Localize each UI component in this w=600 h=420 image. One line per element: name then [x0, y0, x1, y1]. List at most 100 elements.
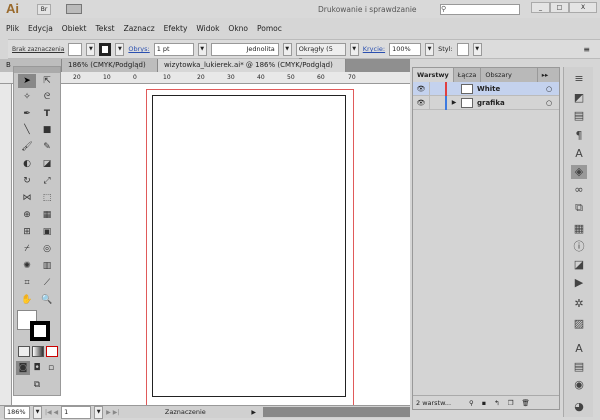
gradient-mode-icon[interactable] — [32, 346, 44, 357]
lock-toggle[interactable] — [429, 95, 445, 110]
mesh-tool-icon[interactable]: ⊞ — [18, 225, 36, 239]
attributes-icon[interactable]: ▦ — [571, 222, 587, 236]
symbol-sprayer-icon[interactable]: ✺ — [18, 259, 36, 273]
first-page-icon[interactable]: |◀ ◀ — [45, 409, 58, 416]
style-swatch[interactable] — [456, 42, 469, 56]
color-mode-icon[interactable] — [18, 346, 30, 357]
close-button[interactable]: X — [569, 2, 597, 13]
new-layer-icon[interactable]: ❐ — [508, 399, 514, 407]
delete-layer-icon[interactable]: 🗑 — [521, 399, 529, 407]
workspace-switcher[interactable]: Drukowanie i sprawdzanie — [318, 5, 417, 14]
rectangle-tool-icon[interactable]: ■ — [38, 123, 56, 137]
locate-object-icon[interactable]: ⚲ — [469, 399, 474, 407]
pen-tool-icon[interactable]: ✒ — [18, 107, 36, 121]
pathfinder-icon[interactable]: ◩ — [571, 91, 587, 105]
type-panel-icon[interactable]: A — [571, 342, 587, 356]
fill-swatch[interactable] — [68, 42, 83, 56]
layer-row-white[interactable]: 👁 White ○ — [413, 81, 559, 96]
page-dropdown[interactable]: ▼ — [94, 405, 104, 419]
target-circle-icon[interactable]: ○ — [539, 99, 559, 107]
draw-behind-icon[interactable]: ◘ — [30, 361, 44, 375]
artboard-tool-icon[interactable]: ⌗ — [18, 276, 36, 290]
status-menu-arrow-icon[interactable]: ▶ — [251, 409, 256, 416]
menu-efekty[interactable]: Efekty — [164, 24, 188, 33]
canvas[interactable] — [12, 84, 410, 408]
layers-icon[interactable]: ◈ — [571, 165, 587, 179]
tools-panel-header[interactable] — [14, 67, 60, 73]
direct-selection-tool-icon[interactable]: ⇱ — [38, 74, 56, 88]
blob-brush-icon[interactable]: ◐ — [18, 157, 36, 171]
zoom-dropdown[interactable]: ▼ — [33, 405, 42, 419]
layer-name[interactable]: grafika — [477, 99, 539, 107]
stroke-style-select[interactable]: Jednolita — [210, 42, 279, 56]
symbols-icon[interactable]: ✲ — [571, 297, 587, 311]
none-mode-icon[interactable] — [46, 346, 58, 357]
menu-tekst[interactable]: Tekst — [95, 24, 114, 33]
stroke-swatch[interactable] — [99, 42, 112, 56]
opacity-input[interactable]: 100% — [389, 42, 422, 56]
layer-name[interactable]: White — [477, 85, 539, 93]
menu-okno[interactable]: Okno — [228, 24, 248, 33]
magic-wand-icon[interactable]: ✧ — [18, 90, 36, 104]
visibility-eye-icon[interactable]: 👁 — [413, 85, 429, 93]
horizontal-scrollbar[interactable] — [262, 407, 410, 417]
align-icon[interactable]: ≡ — [571, 72, 587, 86]
stroke-weight-input[interactable]: 1 pt — [153, 42, 194, 56]
clipping-mask-icon[interactable]: ▪ — [482, 399, 486, 407]
stroke-weight-dropdown[interactable]: ▼ — [197, 42, 207, 56]
panel-menu-icon[interactable]: ▸▸ ≡ — [538, 68, 559, 93]
opacity-dropdown[interactable]: ▼ — [425, 42, 435, 56]
tab-document-1[interactable]: 186% (CMYK/Podgląd) × — [62, 59, 158, 82]
hand-tool-icon[interactable]: ✋ — [18, 293, 36, 307]
free-transform-icon[interactable]: ⬚ — [38, 191, 56, 205]
stroke-dropdown[interactable]: ▼ — [115, 42, 125, 56]
draw-normal-icon[interactable]: ◙ — [16, 361, 30, 375]
paragraph-icon[interactable]: ¶ — [571, 129, 587, 143]
panel-menu-icon[interactable]: ≡ — [583, 45, 590, 54]
appearance-icon[interactable]: ◉ — [571, 378, 587, 392]
rotate-tool-icon[interactable]: ↻ — [18, 174, 36, 188]
stroke-label[interactable]: Obrys: — [128, 45, 149, 53]
screen-mode-icon[interactable]: ⧉ — [28, 378, 46, 392]
zoom-tool-icon[interactable]: 🔍 — [38, 293, 56, 307]
artboard[interactable] — [152, 95, 346, 397]
eraser-tool-icon[interactable]: ◪ — [38, 157, 56, 171]
visibility-eye-icon[interactable]: 👁 — [413, 99, 429, 107]
actions-icon[interactable]: ▶ — [571, 276, 587, 290]
scale-tool-icon[interactable]: ⤢ — [38, 174, 56, 188]
draw-inside-icon[interactable]: ▫ — [44, 361, 58, 375]
pencil-tool-icon[interactable]: ✎ — [38, 140, 56, 154]
character-icon[interactable]: A — [571, 147, 587, 161]
document-info-icon[interactable]: ⓘ — [571, 240, 587, 254]
lasso-icon[interactable]: ᘓ — [38, 90, 56, 104]
zoom-input[interactable]: 186% — [4, 405, 30, 419]
brush-tool-icon[interactable]: 🖌 — [18, 140, 36, 154]
minimize-button[interactable]: _ — [531, 2, 550, 13]
brush-dropdown[interactable]: ▼ — [349, 42, 359, 56]
artboards-icon[interactable]: ⧉ — [571, 201, 587, 215]
gradient-tool-icon[interactable]: ▣ — [38, 225, 56, 239]
page-input[interactable]: 1 — [61, 405, 92, 419]
brush-select[interactable]: Okrągły (5 p... — [295, 42, 346, 64]
new-sublayer-icon[interactable]: ↰ — [494, 399, 499, 407]
opacity-label[interactable]: Krycie: — [363, 45, 385, 53]
stroke-color-swatch[interactable] — [30, 321, 50, 341]
menu-widok[interactable]: Widok — [196, 24, 219, 33]
selection-tool-icon[interactable]: ➤ — [18, 74, 36, 88]
perspective-grid-icon[interactable]: ▦ — [38, 208, 56, 222]
menu-pomoc[interactable]: Pomoc — [257, 24, 282, 33]
fill-dropdown[interactable]: ▼ — [86, 42, 96, 56]
type-tool-icon[interactable]: T — [38, 107, 56, 121]
blend-tool-icon[interactable]: ◎ — [38, 242, 56, 256]
line-tool-icon[interactable]: ╲ — [18, 123, 36, 137]
transparency-icon[interactable]: ◕ — [571, 400, 587, 414]
menu-obiekt[interactable]: Obiekt — [62, 24, 87, 33]
target-circle-icon[interactable]: ○ — [539, 85, 559, 93]
navigator-icon[interactable]: ◪ — [571, 258, 587, 272]
layout-icon[interactable] — [66, 4, 82, 14]
style-dropdown[interactable]: ▼ — [472, 42, 482, 56]
eyedropper-icon[interactable]: ⌿ — [18, 242, 36, 256]
width-tool-icon[interactable]: ⋈ — [18, 191, 36, 205]
transform-icon[interactable]: ▤ — [571, 109, 587, 123]
graph-tool-icon[interactable]: ▥ — [38, 259, 56, 273]
